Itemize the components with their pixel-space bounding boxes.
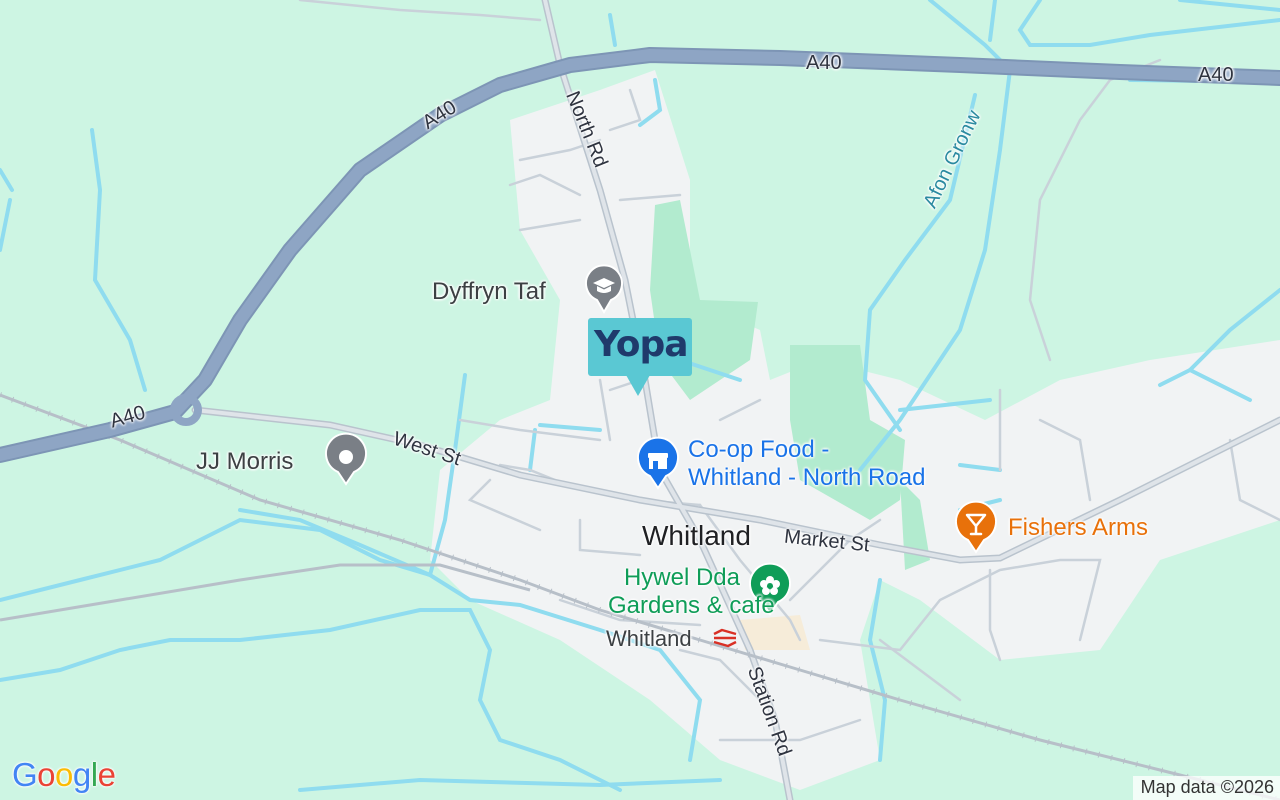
graduation-cap-icon (585, 264, 623, 314)
cocktail-icon (955, 500, 997, 554)
road-label-a40: A40 (1198, 64, 1234, 86)
poi-label-coop-line1: Co-op Food - (688, 436, 830, 463)
google-logo-letter: g (72, 756, 91, 793)
google-logo-letter: l (90, 756, 98, 793)
place-dot-icon (325, 432, 367, 486)
poi-label-dyffryn-taf[interactable]: Dyffryn Taf (432, 278, 546, 306)
poi-label-hywel-line1: Hywel Dda (623, 564, 740, 591)
poi-coop-food[interactable] (636, 436, 680, 490)
map-attribution: Map data ©2026 (1132, 776, 1280, 800)
google-logo-letter: e (97, 756, 116, 793)
shop-icon (637, 436, 679, 490)
poi-jj-morris[interactable] (324, 432, 368, 486)
national-rail-icon (713, 628, 737, 648)
poi-label-hywel-line2: Gardens & cafe (608, 592, 775, 619)
yopa-marker[interactable]: Yopa (588, 318, 692, 400)
google-logo-letter: o (37, 756, 56, 793)
poi-label-jj-morris[interactable]: JJ Morris (196, 448, 293, 476)
town-label-whitland: Whitland (642, 520, 751, 551)
google-logo-letter: o (55, 756, 73, 793)
poi-fishers-arms[interactable] (954, 500, 998, 554)
poi-label-coop-food[interactable]: Co-op Food - Whitland - North Road (688, 436, 925, 492)
poi-label-fishers-arms[interactable]: Fishers Arms (1008, 514, 1148, 542)
poi-label-coop-line2: Whitland - North Road (688, 464, 926, 491)
poi-label-hywel-dda[interactable]: Hywel Dda Gardens & cafe (608, 564, 775, 620)
rail-station-icon[interactable] (712, 628, 738, 648)
poi-dyffryn-taf[interactable] (584, 262, 624, 314)
google-logo-letter: G (12, 756, 38, 793)
google-logo: Google (12, 756, 116, 794)
road-label-a40: A40 (806, 52, 842, 74)
station-label-whitland[interactable]: Whitland (606, 626, 692, 652)
yopa-logo: Yopa (594, 324, 689, 365)
